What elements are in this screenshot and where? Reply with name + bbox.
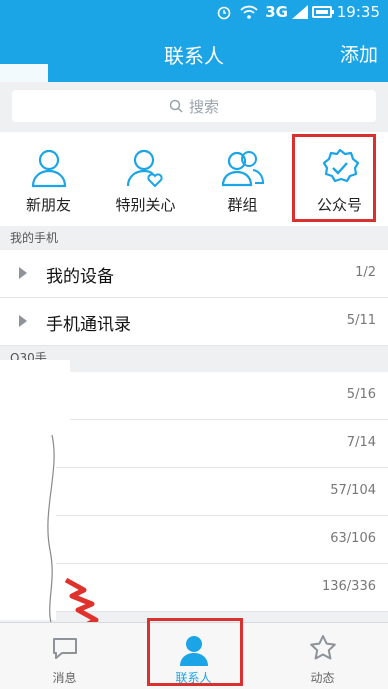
add-button[interactable]: 添加 <box>340 40 378 67</box>
chat-icon <box>52 638 77 659</box>
tab-messages[interactable]: 消息 <box>0 623 129 689</box>
group-count: 5/11 <box>346 313 376 328</box>
highlight-box <box>147 618 243 686</box>
group-count: 5/16 <box>346 387 376 402</box>
group-count: 136/336 <box>321 579 376 594</box>
group-count: 7/14 <box>346 435 376 450</box>
search-placeholder: 搜索 <box>188 97 219 116</box>
status-time: 19:35 <box>336 3 380 21</box>
page-title: 联系人 <box>164 44 224 68</box>
group-row-my-devices[interactable]: 我的设备 1/2 <box>0 250 388 298</box>
redaction-smudge <box>0 360 70 428</box>
group-icon <box>221 151 264 187</box>
group-count: 57/104 <box>330 483 376 498</box>
group-count: 63/106 <box>330 531 376 546</box>
expand-arrow-icon <box>19 315 27 327</box>
expand-arrow-icon <box>19 267 27 279</box>
group-name: 手机通讯录 <box>46 315 131 335</box>
search-icon <box>169 99 183 113</box>
alarm-icon <box>217 6 231 20</box>
network-type: 3G <box>265 3 288 21</box>
search-area: 搜索 <box>0 82 388 132</box>
tab-activity[interactable]: 动态 <box>258 623 387 689</box>
section-header: 我的手机 <box>0 226 388 250</box>
groups-button[interactable]: 群组 <box>194 132 291 226</box>
nav-bar: 联系人 添加 <box>0 26 388 82</box>
highlight-box <box>292 134 376 222</box>
battery-icon <box>312 6 334 18</box>
signal-icon <box>292 5 308 19</box>
quick-label: 特别关心 <box>115 196 176 214</box>
special-care-button[interactable]: 特别关心 <box>97 132 194 226</box>
star-icon <box>309 635 336 660</box>
group-name: 我的设备 <box>46 267 114 287</box>
person-heart-icon <box>126 149 163 188</box>
new-friends-button[interactable]: 新朋友 <box>0 132 97 226</box>
person-icon <box>31 149 66 188</box>
status-icons <box>216 4 258 20</box>
search-input[interactable]: 搜索 <box>12 90 376 122</box>
group-count: 1/2 <box>355 265 376 280</box>
quick-label: 新朋友 <box>25 196 71 214</box>
tab-label: 消息 <box>52 671 77 685</box>
status-bar: 3G 19:35 <box>0 0 388 26</box>
group-row-phone-contacts[interactable]: 手机通讯录 5/11 <box>0 298 388 346</box>
wifi-icon <box>240 5 258 19</box>
tab-label: 动态 <box>310 671 335 685</box>
quick-label: 群组 <box>227 196 258 214</box>
